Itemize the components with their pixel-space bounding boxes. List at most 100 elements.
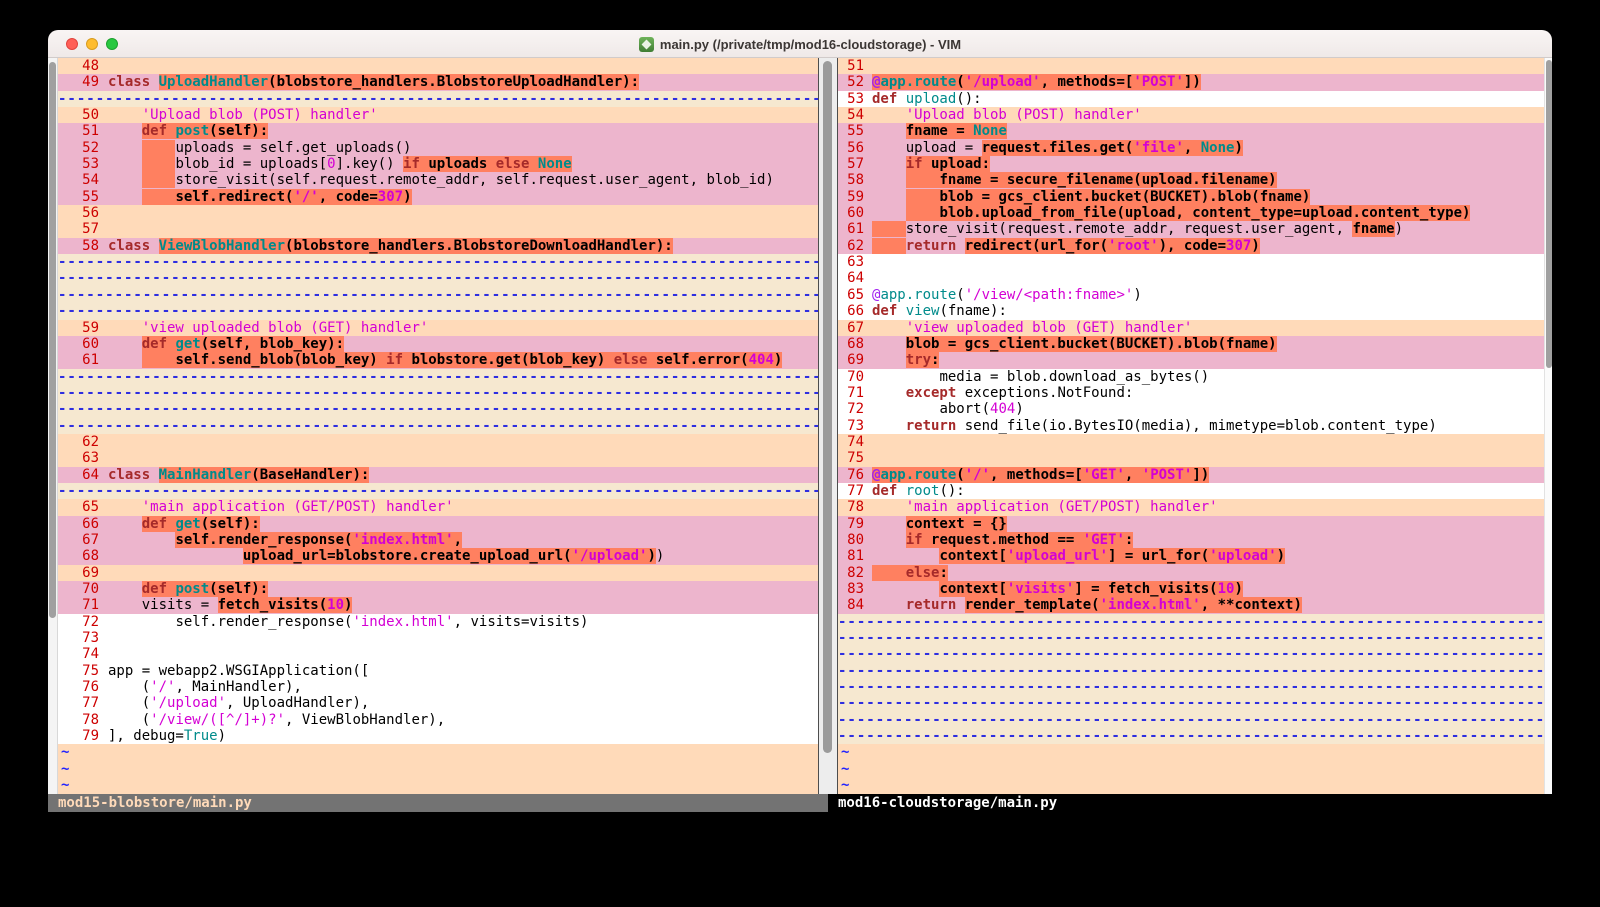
vertical-split-divider[interactable] <box>818 58 838 794</box>
code-row[interactable]: 54 'Upload blob (POST) handler' <box>838 107 1544 123</box>
code-row[interactable]: 83 context['visits'] = fetch_visits(10) <box>838 581 1544 597</box>
right-scrollbar[interactable] <box>1544 58 1552 794</box>
code-row[interactable]: 53 blob_id = uploads[0].key() if uploads… <box>58 156 818 172</box>
code-row[interactable]: 55 fname = None <box>838 123 1544 139</box>
left-scrollbar-thumb[interactable] <box>49 62 56 618</box>
code-row[interactable]: 68 upload_url=blobstore.create_upload_ur… <box>58 548 818 564</box>
code-row[interactable]: 59 'view uploaded blob (GET) handler' <box>58 320 818 336</box>
titlebar[interactable]: main.py (/private/tmp/mod16-cloudstorage… <box>48 30 1552 58</box>
code-row[interactable]: 52@app.route('/upload', methods=['POST']… <box>838 74 1544 90</box>
diff-filler-row[interactable]: ----------------------------------------… <box>58 287 818 303</box>
code-row[interactable]: 60 blob.upload_from_file(upload, content… <box>838 205 1544 221</box>
code-row[interactable]: 52 uploads = self.get_uploads() <box>58 140 818 156</box>
diff-filler-row[interactable]: ----------------------------------------… <box>838 695 1544 711</box>
code-row[interactable]: 79], debug=True) <box>58 728 818 744</box>
code-row[interactable]: 78 ('/view/([^/]+)?', ViewBlobHandler), <box>58 712 818 728</box>
code-row[interactable]: 69 try: <box>838 352 1544 368</box>
code-row[interactable]: 79 context = {} <box>838 516 1544 532</box>
code-row[interactable]: 76 ('/', MainHandler), <box>58 679 818 695</box>
code-row[interactable]: 63 <box>838 254 1544 270</box>
code-row[interactable]: 57 <box>58 221 818 237</box>
code-row[interactable]: 66def view(fname): <box>838 303 1544 319</box>
code-row[interactable]: 64class MainHandler(BaseHandler): <box>58 467 818 483</box>
right-pane[interactable]: 5152@app.route('/upload', methods=['POST… <box>838 58 1544 794</box>
middle-scrollbar-thumb[interactable] <box>823 61 832 753</box>
empty-buffer-row[interactable]: ~ <box>58 744 818 760</box>
code-row[interactable]: 69 <box>58 565 818 581</box>
code-row[interactable]: 78 'main application (GET/POST) handler' <box>838 499 1544 515</box>
code-row[interactable]: 56 <box>58 205 818 221</box>
code-row[interactable]: 77 ('/upload', UploadHandler), <box>58 695 818 711</box>
code-row[interactable]: 61 self.send_blob(blob_key) if blobstore… <box>58 352 818 368</box>
code-row[interactable]: 51 def post(self): <box>58 123 818 139</box>
code-row[interactable]: 75 <box>838 450 1544 466</box>
code-row[interactable]: 66 def get(self): <box>58 516 818 532</box>
code-row[interactable]: 75app = webapp2.WSGIApplication([ <box>58 663 818 679</box>
code-row[interactable]: 72 abort(404) <box>838 401 1544 417</box>
diff-filler-row[interactable]: ----------------------------------------… <box>58 303 818 319</box>
code-row[interactable]: 70 media = blob.download_as_bytes() <box>838 369 1544 385</box>
code-row[interactable]: 71 visits = fetch_visits(10) <box>58 597 818 613</box>
diff-filler-row[interactable]: ----------------------------------------… <box>58 369 818 385</box>
diff-filler-row[interactable]: ----------------------------------------… <box>838 663 1544 679</box>
empty-buffer-row[interactable]: ~ <box>58 777 818 793</box>
left-scrollbar[interactable] <box>48 58 58 794</box>
code-row[interactable]: 74 <box>838 434 1544 450</box>
code-row[interactable]: 67 'view uploaded blob (GET) handler' <box>838 320 1544 336</box>
code-row[interactable]: 61 store_visit(request.remote_addr, requ… <box>838 221 1544 237</box>
diff-filler-row[interactable]: ----------------------------------------… <box>58 91 818 107</box>
code-row[interactable]: 70 def post(self): <box>58 581 818 597</box>
diff-filler-row[interactable]: ----------------------------------------… <box>838 646 1544 662</box>
code-row[interactable]: 58 fname = secure_filename(upload.filena… <box>838 172 1544 188</box>
code-row[interactable]: 65@app.route('/view/<path:fname>') <box>838 287 1544 303</box>
code-row[interactable]: 80 if request.method == 'GET': <box>838 532 1544 548</box>
empty-buffer-row[interactable]: ~ <box>838 761 1544 777</box>
code-row[interactable]: 55 self.redirect('/', code=307) <box>58 189 818 205</box>
empty-buffer-row[interactable]: ~ <box>838 744 1544 760</box>
code-row[interactable]: 54 store_visit(self.request.remote_addr,… <box>58 172 818 188</box>
diff-filler-row[interactable]: ----------------------------------------… <box>58 401 818 417</box>
code-row[interactable]: 72 self.render_response('index.html', vi… <box>58 614 818 630</box>
nontext-tilde: ~ <box>838 761 849 777</box>
code-row[interactable]: 64 <box>838 270 1544 286</box>
diff-filler-row[interactable]: ----------------------------------------… <box>838 614 1544 630</box>
code-row[interactable]: 84 return render_template('index.html', … <box>838 597 1544 613</box>
diff-filler-row[interactable]: ----------------------------------------… <box>58 254 818 270</box>
empty-buffer-row[interactable]: ~ <box>58 761 818 777</box>
code-row[interactable]: 51 <box>838 58 1544 74</box>
code-row[interactable]: 60 def get(self, blob_key): <box>58 336 818 352</box>
code-row[interactable]: 57 if upload: <box>838 156 1544 172</box>
code-row[interactable]: 82 else: <box>838 565 1544 581</box>
code-row[interactable]: 59 blob = gcs_client.bucket(BUCKET).blob… <box>838 189 1544 205</box>
diff-filler-row[interactable]: ----------------------------------------… <box>838 630 1544 646</box>
code-row[interactable]: 56 upload = request.files.get('file', No… <box>838 140 1544 156</box>
code-row[interactable]: 62 <box>58 434 818 450</box>
code-row[interactable]: 62 return redirect(url_for('root'), code… <box>838 238 1544 254</box>
code-row[interactable]: 81 context['upload_url'] = url_for('uplo… <box>838 548 1544 564</box>
code-row[interactable]: 67 self.render_response('index.html', <box>58 532 818 548</box>
diff-filler-row[interactable]: ----------------------------------------… <box>838 712 1544 728</box>
code-row[interactable]: 71 except exceptions.NotFound: <box>838 385 1544 401</box>
code-row[interactable]: 48 <box>58 58 818 74</box>
code-row[interactable]: 58class ViewBlobHandler(blobstore_handle… <box>58 238 818 254</box>
diff-filler-row[interactable]: ----------------------------------------… <box>58 418 818 434</box>
diff-filler-row[interactable]: ----------------------------------------… <box>58 483 818 499</box>
diff-filler-row[interactable]: ----------------------------------------… <box>838 679 1544 695</box>
code-row[interactable]: 74 <box>58 646 818 662</box>
code-row[interactable]: 68 blob = gcs_client.bucket(BUCKET).blob… <box>838 336 1544 352</box>
code-row[interactable]: 63 <box>58 450 818 466</box>
empty-buffer-row[interactable]: ~ <box>838 777 1544 793</box>
left-pane[interactable]: 4849class UploadHandler(blobstore_handle… <box>58 58 818 794</box>
code-row[interactable]: 50 'Upload blob (POST) handler' <box>58 107 818 123</box>
diff-filler-row[interactable]: ----------------------------------------… <box>58 385 818 401</box>
code-row[interactable]: 53def upload(): <box>838 91 1544 107</box>
code-row[interactable]: 76@app.route('/', methods=['GET', 'POST'… <box>838 467 1544 483</box>
right-scrollbar-thumb[interactable] <box>1546 60 1552 368</box>
code-row[interactable]: 77def root(): <box>838 483 1544 499</box>
code-row[interactable]: 65 'main application (GET/POST) handler' <box>58 499 818 515</box>
diff-filler-row[interactable]: ----------------------------------------… <box>58 270 818 286</box>
code-row[interactable]: 49class UploadHandler(blobstore_handlers… <box>58 74 818 90</box>
code-row[interactable]: 73 return send_file(io.BytesIO(media), m… <box>838 418 1544 434</box>
code-row[interactable]: 73 <box>58 630 818 646</box>
diff-filler-row[interactable]: ----------------------------------------… <box>838 728 1544 744</box>
